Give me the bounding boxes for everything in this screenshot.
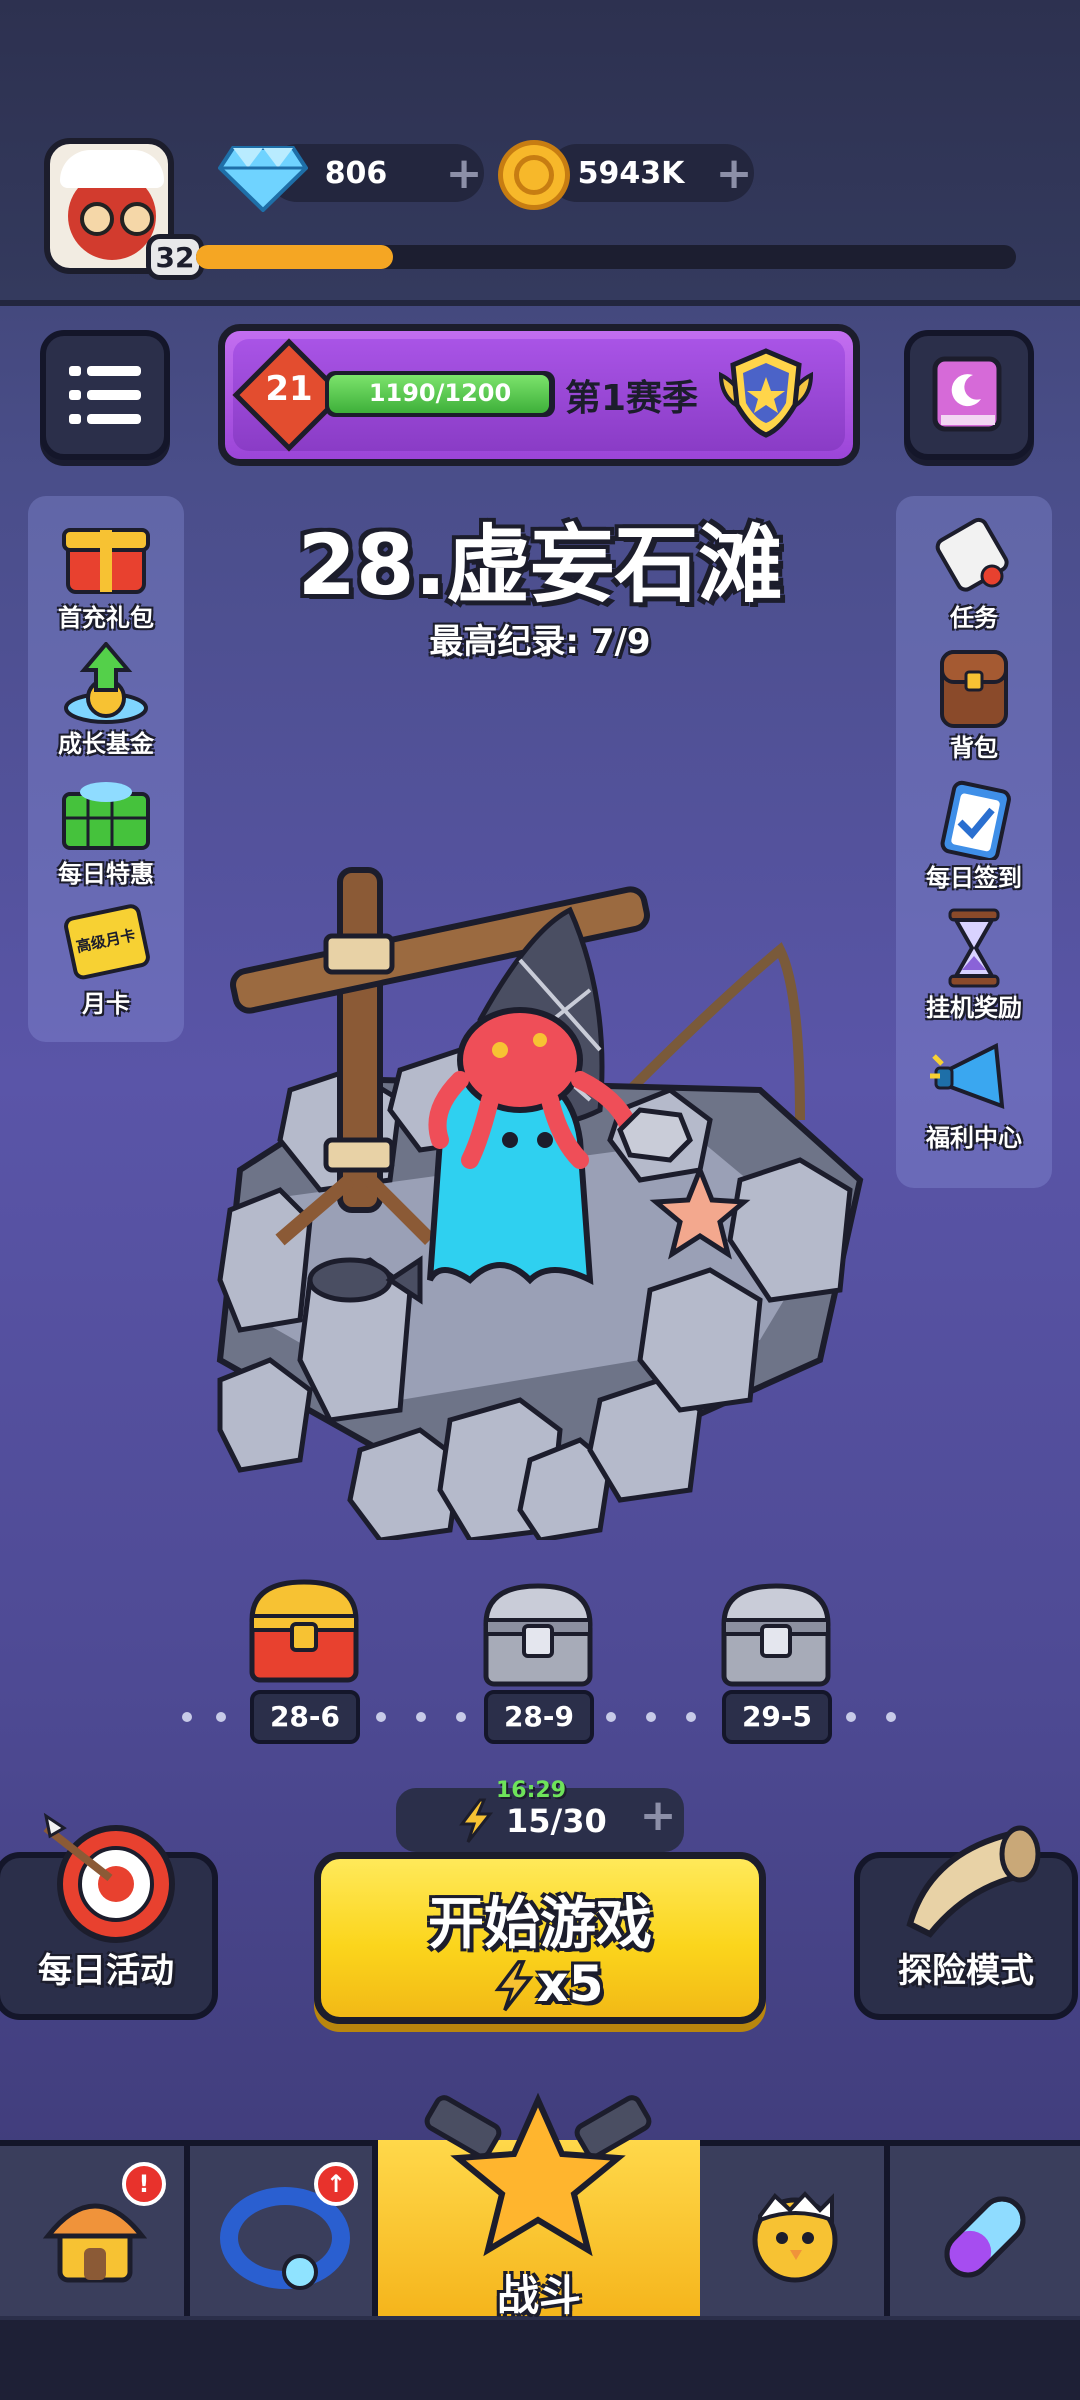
backpack-label: 背包 [950,734,998,762]
daily-deal-label: 每日特惠 [58,860,154,888]
menu-button[interactable] [40,330,170,460]
welfare-center-label: 福利中心 [926,1124,1022,1152]
daily-checkin-button[interactable]: 每日签到 [904,776,1044,893]
shell-icon [617,1107,693,1163]
daily-activity-label: 每日活动 [38,1951,174,1991]
daily-checkin-label: 每日签到 [926,864,1022,892]
chest-label: 29-5 [722,1690,832,1744]
silver-chest-icon[interactable] [716,1580,836,1690]
season-emblem-icon [718,348,814,438]
target-arrow-icon [43,1812,175,1943]
track-dot [886,1712,896,1722]
add-gems-button[interactable]: + [444,148,484,199]
start-game-button[interactable]: 开始游戏 x5 [314,1852,766,2024]
chest-label: 28-9 [484,1690,594,1744]
hourglass-icon [948,908,1000,988]
nav-pet-tab[interactable] [700,2146,890,2316]
growth-fund-label: 成长基金 [58,730,154,758]
silver-chest-icon[interactable] [478,1580,598,1690]
track-dot [456,1712,466,1722]
daily-deal-button[interactable]: 每日特惠 [36,772,176,889]
month-card-icon: 高级月卡 [64,904,150,980]
moon-book-icon [932,356,1002,432]
season-progress-text: 1190/1200 [368,379,512,407]
chick-egg-icon [752,2191,838,2283]
moon-book-button[interactable] [904,330,1034,460]
adventure-mode-label: 探险模式 [898,1951,1034,1991]
shop-alert-badge: ! [122,2162,166,2206]
start-game-cost: x5 [536,1955,604,2013]
stage-scene-illustration[interactable] [200,840,880,1540]
add-gold-button[interactable]: + [714,148,754,199]
system-nav-strip [0,2320,1080,2400]
equipment-upgrade-badge: ↑ [314,2162,358,2206]
megaphone-icon [930,1042,1005,1109]
energy-count: 15/30 [506,1802,607,1840]
lightning-icon [459,1798,494,1843]
capsule-icon [944,2196,1026,2278]
chest-label: 28-6 [250,1690,360,1744]
track-dot [182,1712,192,1722]
start-game-label: 开始游戏 [428,1892,652,1957]
avatar-hat [60,150,164,188]
stage-title: 28.虚妄石滩 [297,516,783,614]
idle-reward-label: 挂机奖励 [926,994,1022,1022]
track-dot [376,1712,386,1722]
add-energy-button[interactable]: + [638,1790,678,1841]
season-panel[interactable]: 21 1190/1200 第1赛季 [218,324,860,466]
basket-icon [62,782,150,850]
nav-shop-tab[interactable]: ! [0,2146,190,2316]
energy-timer: 16:29 [496,1778,567,1803]
xp-bar-fill [196,245,393,269]
nav-item-tab[interactable] [890,2146,1080,2316]
nav-battle-label: 战斗 [496,2271,581,2320]
gold-chest-icon[interactable] [244,1576,364,1686]
battle-star-icon [424,2092,652,2257]
season-label: 第1赛季 [565,378,699,419]
adventure-mode-button[interactable]: 探险模式 [854,1825,1078,2020]
gold-counter: 5943K + [548,144,754,202]
energy-counter: 16:29 15/30 + [396,1778,684,1852]
backpack-button[interactable]: 背包 [904,646,1044,763]
season-rank: 21 [265,369,313,409]
season-progress-bar: 1190/1200 [325,371,555,417]
month-card-button[interactable]: 高级月卡 月卡 [36,902,176,1019]
idle-reward-button[interactable]: 挂机奖励 [904,906,1044,1023]
track-dot [606,1712,616,1722]
list-menu-icon [69,366,141,424]
track-dot [416,1712,426,1722]
gold-coin-icon [498,140,570,210]
clipboard-check-icon [940,780,1011,862]
welfare-center-button[interactable]: 福利中心 [904,1036,1044,1153]
stage-record: 最高纪录: 7/9 [429,622,651,662]
daily-activity-button[interactable]: 每日活动 [0,1812,218,2020]
track-dot [216,1712,226,1722]
horn-icon [906,1825,1041,1938]
avatar-right-eye [120,202,154,236]
track-dot [846,1712,856,1722]
month-card-label: 月卡 [82,990,130,1018]
nav-equipment-tab[interactable]: ↑ [190,2146,378,2316]
track-dot [686,1712,696,1722]
track-dot [646,1712,656,1722]
gold-amount: 5943K [577,155,685,191]
diamond-icon [218,146,308,212]
avatar-left-eye [80,202,114,236]
